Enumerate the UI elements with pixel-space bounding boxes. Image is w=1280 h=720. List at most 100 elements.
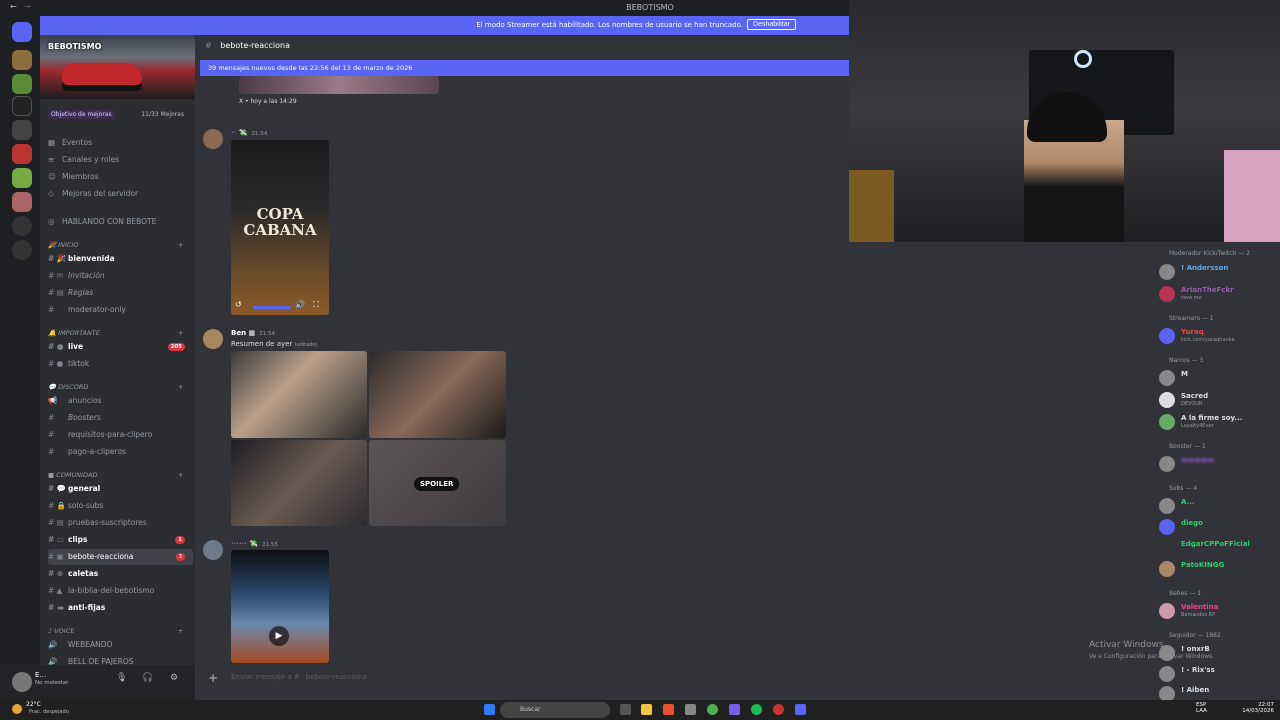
member-item[interactable]: PatoKINGG xyxy=(1159,559,1279,579)
channel-boosters[interactable]: # Boosters xyxy=(48,410,193,426)
add-channel-icon[interactable]: + xyxy=(178,627,183,635)
server-icon[interactable] xyxy=(12,192,32,212)
attachment-image[interactable] xyxy=(231,351,367,438)
home-icon[interactable] xyxy=(12,22,32,42)
disable-streamer-button[interactable]: Deshabilitar xyxy=(747,19,796,30)
obs-icon[interactable] xyxy=(773,704,784,715)
server-icon[interactable] xyxy=(12,120,32,140)
category-inicio[interactable]: 🎉 INICIO + xyxy=(48,241,183,249)
add-channel-icon[interactable]: + xyxy=(178,329,183,337)
member-item[interactable]: Valentina Bamacdos RP xyxy=(1159,601,1279,621)
channel-bebote-reacciona[interactable]: # ▣ bebote-reacciona 3 xyxy=(48,549,193,565)
volume-icon[interactable]: 🔊 xyxy=(295,300,305,309)
message-author[interactable]: ······ 💸 21:55 xyxy=(231,540,278,548)
attachment-image[interactable] xyxy=(231,440,367,526)
category-comunidad[interactable]: ■ COMUNIDAD + xyxy=(48,471,183,479)
member-item[interactable]: ArianTheFckr rave me xyxy=(1159,284,1279,304)
start-icon[interactable] xyxy=(484,704,495,715)
member-item[interactable]: diego xyxy=(1159,517,1279,537)
category-importante[interactable]: 🔔 IMPORTANTE + xyxy=(48,329,183,337)
forward-arrow-icon[interactable]: → xyxy=(24,2,31,11)
spoiler-image[interactable]: SPOILER xyxy=(369,440,506,526)
task-view-icon[interactable] xyxy=(620,704,631,715)
channel-bienvenida[interactable]: # 🎉 bienvenida xyxy=(48,251,193,267)
settings-gear-icon[interactable]: ⚙ xyxy=(170,673,178,683)
voice-channel-webeando[interactable]: 🔊 WEBEANDO xyxy=(48,637,193,653)
message-input-bar[interactable]: + Enviar mensaje a # bebote-reacciona xyxy=(195,665,849,689)
server-icon[interactable] xyxy=(12,96,32,116)
explore-icon[interactable] xyxy=(12,240,32,260)
server-icon[interactable] xyxy=(12,168,32,188)
member-item[interactable]: ! - Rix'ss xyxy=(1159,664,1279,684)
talking-with-bebote[interactable]: ◎ HABLANDO CON BEBOTE xyxy=(48,215,156,229)
channel-anuncios[interactable]: 📢 anuncios xyxy=(48,393,193,409)
channel-clips[interactable]: # ▭ clips 1 xyxy=(48,532,193,548)
member-item[interactable]: ▬▬▬▬▬ xyxy=(1159,454,1279,474)
channel-tiktok[interactable]: # ● tiktok xyxy=(48,356,193,372)
member-item[interactable]: Sacred DEVOUR xyxy=(1159,390,1279,410)
server-icon[interactable] xyxy=(12,74,32,94)
server-icon[interactable] xyxy=(12,50,32,70)
member-item[interactable]: A la firme soy... Loyalty4Ever xyxy=(1159,412,1279,432)
language-indicator[interactable]: ESP LAA xyxy=(1196,702,1207,714)
microphone-icon[interactable]: 🎙 xyxy=(116,673,127,683)
avatar[interactable] xyxy=(12,672,32,692)
channel-pago[interactable]: # pago-a-cliperos xyxy=(48,444,193,460)
channel-general[interactable]: # 💬 general xyxy=(48,481,193,497)
headphones-icon[interactable]: 🎧 xyxy=(142,673,153,683)
member-item[interactable]: M xyxy=(1159,368,1279,388)
message-author[interactable]: ·· 💸 21:54 xyxy=(231,129,267,137)
fullscreen-icon[interactable]: ⛶ xyxy=(313,300,319,310)
embed-image[interactable] xyxy=(239,76,439,94)
menu-boosts[interactable]: ◇ Mejoras del servidor xyxy=(48,187,138,201)
chrome-icon[interactable] xyxy=(707,704,718,715)
channel-solo-subs[interactable]: # 🔒 solo-subs xyxy=(48,498,193,514)
teams-icon[interactable] xyxy=(729,704,740,715)
volume-slider[interactable] xyxy=(253,306,291,309)
channel-moderator-only[interactable]: # moderator-only xyxy=(48,302,193,318)
boost-goal[interactable]: Objetivo de mejoras 11/33 Mejoras xyxy=(48,110,188,119)
member-item[interactable]: EdgarCPPoFFicial xyxy=(1159,538,1279,558)
menu-channels-roles[interactable]: ≡ Canales y roles xyxy=(48,153,119,167)
brave-icon[interactable] xyxy=(663,704,674,715)
category-discord[interactable]: 💬 DISCORD + xyxy=(48,383,183,391)
avatar[interactable] xyxy=(203,540,223,560)
avatar[interactable] xyxy=(203,129,223,149)
message-input[interactable]: Enviar mensaje a # bebote-reacciona xyxy=(231,673,367,681)
server-name[interactable]: BEBOTISMO xyxy=(48,42,101,51)
menu-events[interactable]: ▦ Eventos xyxy=(48,136,92,150)
back-arrow-icon[interactable]: ← xyxy=(10,2,17,11)
member-item[interactable]: A... xyxy=(1159,496,1279,516)
server-icon[interactable] xyxy=(12,144,32,164)
new-messages-bar[interactable]: 39 mensajes nuevos desde las 22:56 del 1… xyxy=(200,60,854,76)
video-player[interactable]: ▶ xyxy=(231,550,329,663)
category-voice[interactable]: ♪ VOICE + xyxy=(48,627,183,635)
channel-reglas[interactable]: # ▤ Reglas xyxy=(48,285,193,301)
play-icon[interactable]: ▶ xyxy=(269,626,289,646)
add-channel-icon[interactable]: + xyxy=(178,383,183,391)
avatar[interactable] xyxy=(203,329,223,349)
message-author[interactable]: Ben ▦ 21:54 xyxy=(231,329,275,337)
attachment-image[interactable] xyxy=(369,351,506,438)
weather-icon[interactable] xyxy=(12,704,22,714)
channel-invitacion[interactable]: # ✉ Invitación xyxy=(48,268,193,284)
channel-live[interactable]: # ● live 205 xyxy=(48,339,193,355)
member-item[interactable]: Yuraq kick.com/yuraqhanka xyxy=(1159,326,1279,346)
member-item[interactable]: ! Andersson xyxy=(1159,262,1279,282)
channel-anti-fijas[interactable]: # ▬ anti-fijas xyxy=(48,600,193,616)
file-explorer-icon[interactable] xyxy=(641,704,652,715)
channel-caletas[interactable]: # ⊗ caletas xyxy=(48,566,193,582)
taskbar-search[interactable]: Buscar xyxy=(500,702,610,718)
add-server-icon[interactable] xyxy=(12,216,32,236)
channel-biblia[interactable]: # ▲ la-biblia-del-bebotismo xyxy=(48,583,193,599)
replay-icon[interactable]: ↺ xyxy=(235,300,242,309)
clock[interactable]: 22:07 14/03/2026 xyxy=(1240,702,1274,714)
add-channel-icon[interactable]: + xyxy=(178,471,183,479)
spotify-icon[interactable] xyxy=(751,704,762,715)
add-attachment-icon[interactable]: + xyxy=(208,671,218,685)
app-icon[interactable] xyxy=(685,704,696,715)
discord-icon[interactable] xyxy=(795,704,806,715)
channel-pruebas[interactable]: # ▤ pruebas-suscriptores xyxy=(48,515,193,531)
video-player[interactable]: COPA CABANA ↺ 🔊 ⛶ xyxy=(231,140,329,315)
voice-channel-pajeros[interactable]: 🔊 BELL DE PAJEROS xyxy=(48,654,193,665)
